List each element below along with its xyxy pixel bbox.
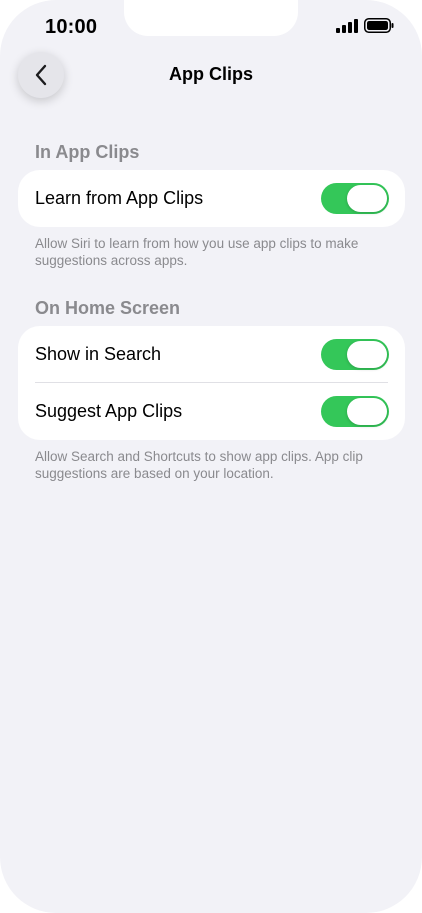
section-header-on-home-screen: On Home Screen [35,298,181,318]
row-label: Learn from App Clips [35,188,204,208]
toggle-knob [347,185,387,212]
row-suggest-app-clips: Suggest App Clips [18,383,405,440]
section-footer-on-home-screen: Allow Search and Shortcuts to show app c… [35,449,363,481]
row-show-in-search: Show in Search [18,326,405,383]
dynamic-island-notch [124,0,298,36]
section-footer-in-app-clips: Allow Siri to learn from how you use app… [35,236,359,268]
toggle-knob [347,398,387,425]
section-header-in-app-clips: In App Clips [35,142,140,162]
phone-screen: 10:00 App Clips In App Clips Learn from … [0,0,422,913]
suggest-app-clips-toggle[interactable] [321,396,389,427]
settings-group-in-app-clips: Learn from App Clips [18,170,405,227]
toggle-knob [347,341,387,368]
settings-group-on-home-screen: Show in Search Suggest App Clips [18,326,405,440]
status-icons [336,18,394,33]
battery-icon [364,18,394,33]
row-learn-from-app-clips: Learn from App Clips [18,170,405,227]
show-in-search-toggle[interactable] [321,339,389,370]
row-label: Suggest App Clips [35,401,183,421]
page-title: App Clips [169,64,253,84]
status-time: 10:00 [45,16,98,38]
cellular-signal-icon [336,18,358,33]
learn-from-app-clips-toggle[interactable] [321,183,389,214]
row-label: Show in Search [35,344,162,364]
